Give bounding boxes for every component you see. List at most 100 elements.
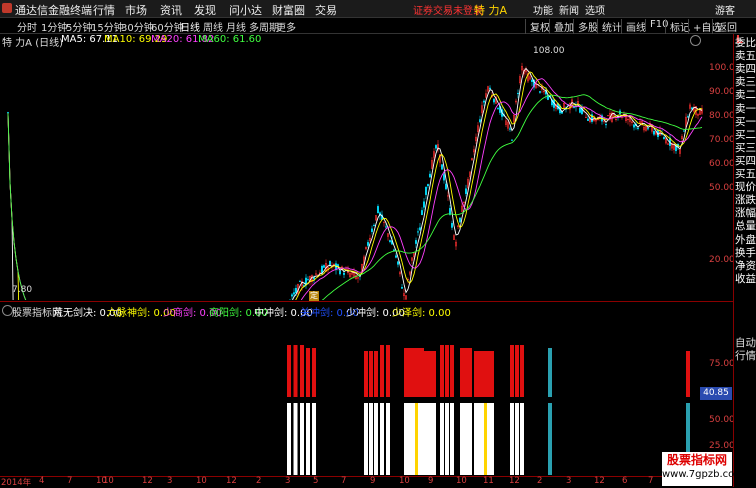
- menu-shichang[interactable]: 市场: [125, 2, 147, 18]
- candle-body: [587, 118, 589, 121]
- signal-bar-bottom: [293, 403, 298, 475]
- sidebar-bottom-1[interactable]: 行情: [735, 350, 756, 363]
- candle-body: [429, 173, 431, 178]
- sidebar-13[interactable]: 涨幅: [735, 207, 756, 220]
- candle-body: [417, 231, 419, 233]
- sidebar-14[interactable]: 总量: [735, 220, 756, 233]
- menu-gongneng[interactable]: 功能: [533, 2, 553, 17]
- sidebar-5[interactable]: 卖一: [735, 103, 756, 116]
- candle-body: [373, 224, 375, 226]
- sidebar-17[interactable]: 净资: [735, 260, 756, 273]
- period-monthly[interactable]: 月线: [226, 19, 246, 34]
- ind-tick-50: 50.00: [709, 415, 735, 425]
- menu-xuanxiang[interactable]: 选项: [585, 2, 605, 17]
- candle-body: [497, 108, 499, 110]
- sidebar-0[interactable]: 委比: [735, 37, 756, 50]
- signal-bar-top: [369, 351, 373, 397]
- date-label: 12: [594, 476, 605, 486]
- period-fenshi[interactable]: 分时: [17, 19, 37, 34]
- sidebar-bottom-0[interactable]: 自动: [735, 337, 756, 350]
- watermark-url: www.7gpzb.com: [662, 469, 744, 480]
- sidebar-2[interactable]: 卖四: [735, 63, 756, 76]
- sidebar-9[interactable]: 买四: [735, 155, 756, 168]
- candle-body: [313, 277, 315, 280]
- candle-body: [633, 124, 635, 128]
- signal-bar-top: [306, 348, 310, 397]
- price-tick-100: 100.0: [709, 63, 735, 73]
- watermark-title: 股票指标网: [666, 453, 727, 467]
- sidebar-6[interactable]: 买一: [735, 116, 756, 129]
- candle-body: [663, 137, 665, 139]
- signal-bar-bottom: [445, 403, 449, 475]
- date-label: 10: [456, 476, 467, 486]
- tool-fanhui[interactable]: 返回: [712, 19, 737, 34]
- signal-bar-bottom: [369, 403, 373, 475]
- tool-duogu[interactable]: 多股: [573, 19, 598, 34]
- period-30min[interactable]: 30分钟: [121, 19, 154, 34]
- signal-bar-top: [287, 345, 291, 397]
- signal-bar-bottom: [460, 403, 464, 475]
- menu-wenxiaoda[interactable]: 问小达: [229, 2, 262, 18]
- sidebar-4[interactable]: 卖二: [735, 89, 756, 102]
- period-daily[interactable]: 日线: [180, 19, 200, 34]
- candle-body: [445, 183, 447, 190]
- sidebar-8[interactable]: 买三: [735, 142, 756, 155]
- candle-body: [299, 280, 301, 282]
- panel-separator[interactable]: [0, 301, 733, 302]
- menu-jiaoyi[interactable]: 交易: [315, 2, 337, 18]
- sidebar-11[interactable]: 现价: [735, 181, 756, 194]
- login-warning[interactable]: 证券交易未登录: [413, 2, 483, 17]
- menu-zixun[interactable]: 资讯: [160, 2, 182, 18]
- period-more[interactable]: 更多: [276, 19, 296, 34]
- price-tick-50: 50.00: [709, 183, 735, 193]
- sidebar-10[interactable]: 买五: [735, 168, 756, 181]
- menu-faxian[interactable]: 发现: [194, 2, 216, 18]
- candle-body: [415, 240, 417, 244]
- signal-bar-bottom: [380, 403, 384, 475]
- date-label: 12: [142, 476, 153, 486]
- tool-tongji[interactable]: 统计: [597, 19, 622, 34]
- tool-diejia[interactable]: 叠加: [549, 19, 574, 34]
- period-15min[interactable]: 15分钟: [91, 19, 124, 34]
- signal-bar-top: [380, 345, 384, 397]
- sidebar-16[interactable]: 换手: [735, 247, 756, 260]
- candle-body: [367, 242, 369, 246]
- period-weekly[interactable]: 周线: [203, 19, 223, 34]
- signal-bar-bottom: [464, 403, 468, 475]
- menu-xinwen[interactable]: 新闻: [559, 2, 579, 17]
- period-5min[interactable]: 5分钟: [66, 19, 92, 34]
- sidebar-7[interactable]: 买二: [735, 129, 756, 142]
- sidebar-1[interactable]: 卖五: [735, 50, 756, 63]
- candle-body: [385, 226, 387, 228]
- low-price-label: 7.80: [12, 285, 33, 295]
- tool-biaoji[interactable]: 标记: [665, 19, 690, 34]
- signal-bar-top: [474, 351, 478, 397]
- date-label: 10: [196, 476, 207, 486]
- sidebar-3[interactable]: 卖三: [735, 76, 756, 89]
- date-label: 9: [370, 476, 376, 486]
- ind-tick-75: 75.00: [709, 359, 735, 369]
- signal-bar-yellow: [415, 403, 418, 475]
- menu-caifuquan[interactable]: 财富圈: [272, 2, 305, 18]
- candle-body: [435, 145, 437, 149]
- price-chart[interactable]: [0, 45, 706, 300]
- menu-youke[interactable]: 游客: [715, 2, 735, 17]
- candle-body: [427, 184, 429, 187]
- period-1min[interactable]: 1分钟: [41, 19, 67, 34]
- period-60min[interactable]: 60分钟: [151, 19, 184, 34]
- sidebar-18[interactable]: 收益: [735, 273, 756, 286]
- tool-fuquan[interactable]: 复权: [525, 19, 550, 34]
- candle-body: [459, 217, 461, 223]
- menu-hangqing[interactable]: 行情: [93, 2, 115, 18]
- price-tick-70: 70.00: [709, 135, 735, 145]
- candle-body: [511, 139, 513, 141]
- sidebar-15[interactable]: 外盘: [735, 234, 756, 247]
- signal-bar-top: [510, 345, 514, 397]
- price-tick-80: 80.00: [709, 111, 735, 121]
- marker-ding[interactable]: 定: [309, 291, 319, 301]
- indicator-chart[interactable]: [0, 315, 706, 475]
- tool-huaxian[interactable]: 画线: [621, 19, 646, 34]
- sidebar-12[interactable]: 涨跌: [735, 194, 756, 207]
- period-multi[interactable]: 多周期: [249, 19, 279, 34]
- signal-bar-bottom: [287, 403, 291, 475]
